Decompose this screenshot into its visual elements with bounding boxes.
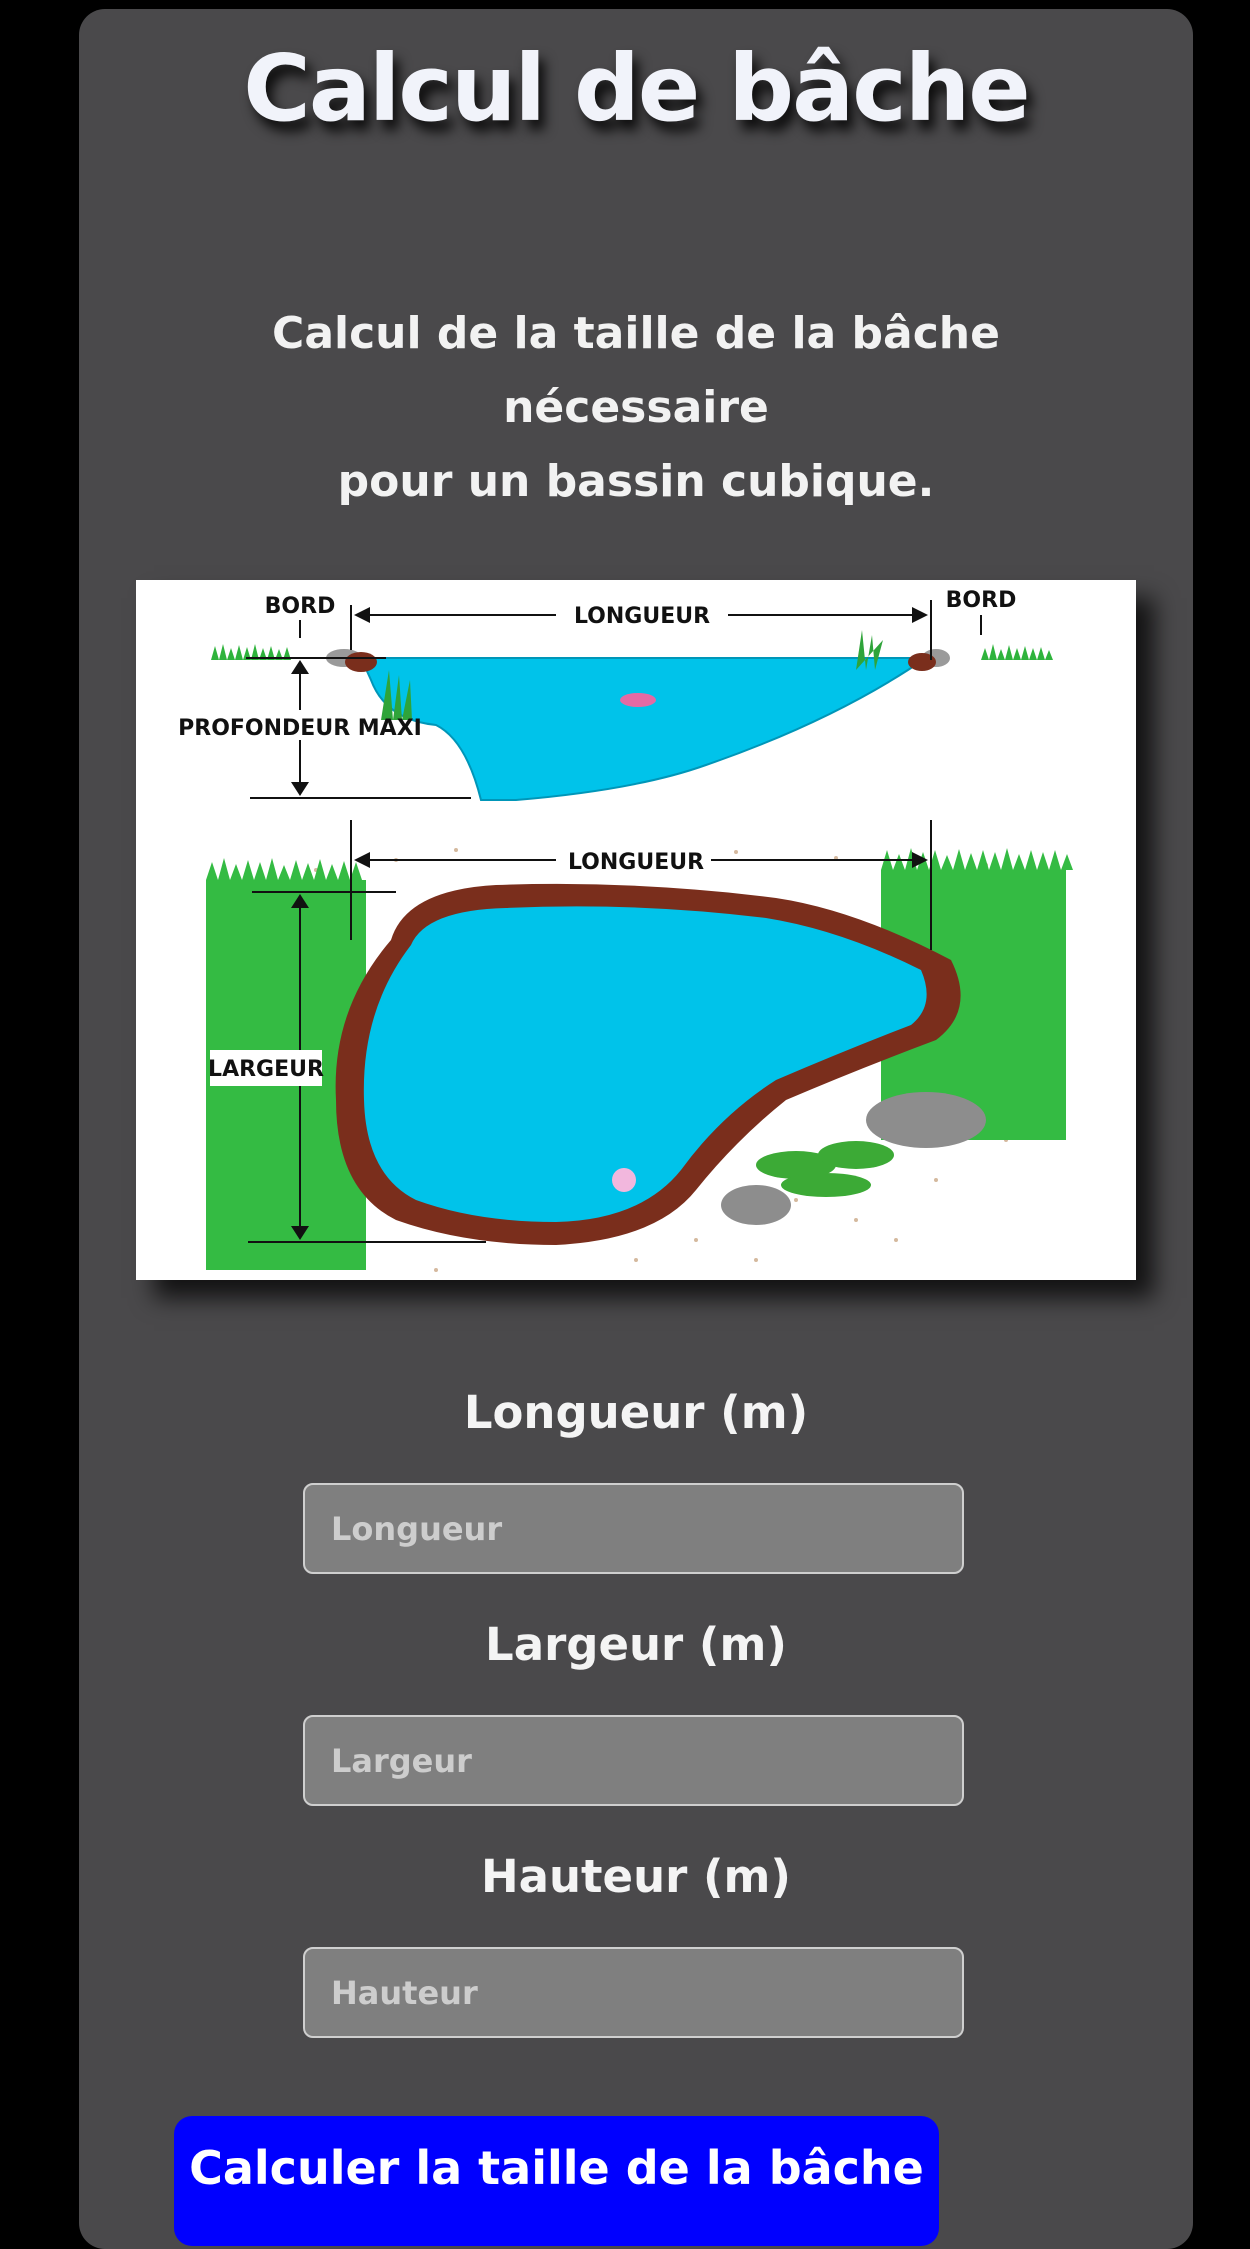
pond-diagram-image: LONGUEUR BORD BORD PROFONDEUR MAXI LONGU… (136, 580, 1136, 1280)
intro-line-1: Calcul de la taille de la bâche nécessai… (272, 308, 1000, 433)
label-profondeur: PROFONDEUR MAXI (178, 716, 422, 741)
pond-section-water (359, 657, 930, 801)
intro-line-2: pour un bassin cubique. (337, 456, 935, 507)
intro-text: Calcul de la taille de la bâche nécessai… (139, 297, 1133, 519)
label-largeur: LARGEUR (208, 1057, 324, 1082)
length-label: Longueur (m) (463, 1386, 809, 1439)
page-title: Calcul de bâche (243, 35, 1030, 142)
length-input[interactable] (303, 1483, 964, 1574)
grass-tuft-right (981, 644, 1053, 660)
height-input[interactable] (303, 1947, 964, 2038)
calculator-card: Calcul de bâche Calcul de la taille de l… (79, 9, 1193, 2249)
label-longueur-top: LONGUEUR (574, 604, 710, 629)
label-longueur-bottom: LONGUEUR (568, 850, 704, 875)
height-label: Hauteur (m) (480, 1850, 791, 1903)
label-bord-left: BORD (265, 594, 336, 619)
calculate-button[interactable]: Calculer la taille de la bâche (174, 2116, 939, 2246)
width-label: Largeur (m) (485, 1618, 787, 1671)
label-bord-right: BORD (946, 588, 1017, 613)
width-input[interactable] (303, 1715, 964, 1806)
